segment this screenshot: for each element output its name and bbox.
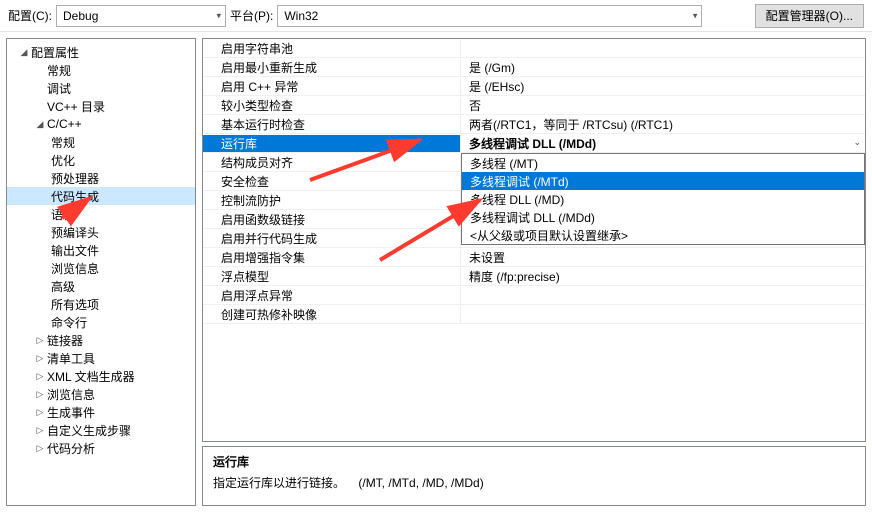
collapse-icon: ◢ — [17, 47, 31, 58]
prop-name: 启用 C++ 异常 — [203, 78, 461, 95]
prop-name: 启用浮点异常 — [203, 287, 461, 304]
runtime-dropdown[interactable]: 多线程 (/MT) 多线程调试 (/MTd) 多线程 DLL (/MD) 多线程… — [461, 153, 865, 245]
prop-value[interactable]: 未设置 — [461, 249, 865, 266]
property-row[interactable]: 启用浮点异常 — [203, 286, 865, 305]
expand-icon: ▷ — [33, 425, 47, 436]
property-row[interactable]: 较小类型检查否 — [203, 96, 865, 115]
property-row[interactable]: 运行库多线程调试 DLL (/MDd) — [203, 134, 865, 153]
property-row[interactable]: 基本运行时检查两者(/RTC1，等同于 /RTCsu) (/RTC1) — [203, 115, 865, 134]
prop-name: 创建可热修补映像 — [203, 306, 461, 323]
dropdown-option[interactable]: 多线程调试 DLL (/MDd) — [462, 208, 864, 226]
property-row[interactable]: 创建可热修补映像 — [203, 305, 865, 324]
prop-value[interactable]: 是 (/Gm) — [461, 59, 865, 76]
property-row[interactable]: 启用字符串池 — [203, 39, 865, 58]
platform-value: Win32 — [284, 9, 318, 23]
prop-name: 启用函数级链接 — [203, 211, 461, 228]
tree-pane[interactable]: ◢配置属性 常规 调试 VC++ 目录 ◢C/C++ 常规 优化 预处理器 代码… — [6, 38, 196, 506]
prop-name: 较小类型检查 — [203, 97, 461, 114]
expand-icon: ▷ — [33, 371, 47, 382]
tree-item[interactable]: ▷自定义生成步骤 — [7, 421, 195, 439]
tree-item[interactable]: 语言 — [7, 205, 195, 223]
tree-item[interactable]: 常规 — [7, 133, 195, 151]
prop-name: 结构成员对齐 — [203, 154, 461, 171]
config-manager-button[interactable]: 配置管理器(O)... — [755, 4, 864, 28]
prop-name: 浮点模型 — [203, 268, 461, 285]
tree-item[interactable]: 所有选项 — [7, 295, 195, 313]
description-pane: 运行库 指定运行库以进行链接。 (/MT, /MTd, /MD, /MDd) — [202, 446, 866, 506]
tree-item[interactable]: 预编译头 — [7, 223, 195, 241]
tree-item-codegen[interactable]: 代码生成 — [7, 187, 195, 205]
property-row[interactable]: 浮点模型精度 (/fp:precise) — [203, 267, 865, 286]
platform-label: 平台(P): — [230, 7, 273, 24]
collapse-icon: ◢ — [33, 119, 47, 130]
prop-name: 控制流防护 — [203, 192, 461, 209]
tree-item[interactable]: 调试 — [7, 79, 195, 97]
expand-icon: ▷ — [33, 335, 47, 346]
platform-combo[interactable]: Win32 ▾ — [277, 5, 702, 27]
tree-item[interactable]: 优化 — [7, 151, 195, 169]
tree-item[interactable]: ▷生成事件 — [7, 403, 195, 421]
config-value: Debug — [63, 9, 98, 23]
desc-body: 指定运行库以进行链接。 (/MT, /MTd, /MD, /MDd) — [213, 474, 855, 491]
prop-name: 安全检查 — [203, 173, 461, 190]
tree-item[interactable]: VC++ 目录 — [7, 97, 195, 115]
tree-item[interactable]: ▷链接器 — [7, 331, 195, 349]
property-grid[interactable]: 启用字符串池启用最小重新生成是 (/Gm)启用 C++ 异常是 (/EHsc)较… — [202, 38, 866, 442]
chevron-down-icon[interactable]: ⌄ — [853, 137, 861, 148]
tree-item[interactable]: ▷浏览信息 — [7, 385, 195, 403]
desc-title: 运行库 — [213, 453, 855, 470]
tree-cpp[interactable]: ◢C/C++ — [7, 115, 195, 133]
prop-value[interactable]: 是 (/EHsc) — [461, 78, 865, 95]
prop-name: 启用字符串池 — [203, 40, 461, 57]
prop-value[interactable]: 两者(/RTC1，等同于 /RTCsu) (/RTC1) — [461, 116, 865, 133]
prop-value[interactable]: 多线程调试 DLL (/MDd) — [461, 135, 865, 152]
chevron-down-icon: ▾ — [216, 10, 221, 21]
dropdown-option[interactable]: 多线程调试 (/MTd) — [462, 172, 864, 190]
tree-item[interactable]: 预处理器 — [7, 169, 195, 187]
tree-item[interactable]: 输出文件 — [7, 241, 195, 259]
tree-item[interactable]: 浏览信息 — [7, 259, 195, 277]
tree-root[interactable]: ◢配置属性 — [7, 43, 195, 61]
tree-item[interactable]: 高级 — [7, 277, 195, 295]
tree-item[interactable]: 命令行 — [7, 313, 195, 331]
prop-name: 运行库 — [203, 135, 461, 152]
chevron-down-icon: ▾ — [693, 10, 698, 21]
tree-item[interactable]: 常规 — [7, 61, 195, 79]
dropdown-option[interactable]: 多线程 DLL (/MD) — [462, 190, 864, 208]
dropdown-option[interactable]: 多线程 (/MT) — [462, 154, 864, 172]
config-label: 配置(C): — [8, 7, 52, 24]
tree-item[interactable]: ▷清单工具 — [7, 349, 195, 367]
tree-item[interactable]: ▷代码分析 — [7, 439, 195, 457]
config-combo[interactable]: Debug ▾ — [56, 5, 226, 27]
expand-icon: ▷ — [33, 353, 47, 364]
expand-icon: ▷ — [33, 389, 47, 400]
prop-value[interactable]: 否 — [461, 97, 865, 114]
prop-name: 基本运行时检查 — [203, 116, 461, 133]
property-row[interactable]: 启用最小重新生成是 (/Gm) — [203, 58, 865, 77]
prop-name: 启用增强指令集 — [203, 249, 461, 266]
prop-name: 启用最小重新生成 — [203, 59, 461, 76]
prop-value[interactable]: 精度 (/fp:precise) — [461, 268, 865, 285]
expand-icon: ▷ — [33, 443, 47, 454]
tree-item[interactable]: ▷XML 文档生成器 — [7, 367, 195, 385]
expand-icon: ▷ — [33, 407, 47, 418]
prop-name: 启用并行代码生成 — [203, 230, 461, 247]
property-row[interactable]: 启用 C++ 异常是 (/EHsc) — [203, 77, 865, 96]
dropdown-option[interactable]: <从父级或项目默认设置继承> — [462, 226, 864, 244]
property-row[interactable]: 启用增强指令集未设置 — [203, 248, 865, 267]
